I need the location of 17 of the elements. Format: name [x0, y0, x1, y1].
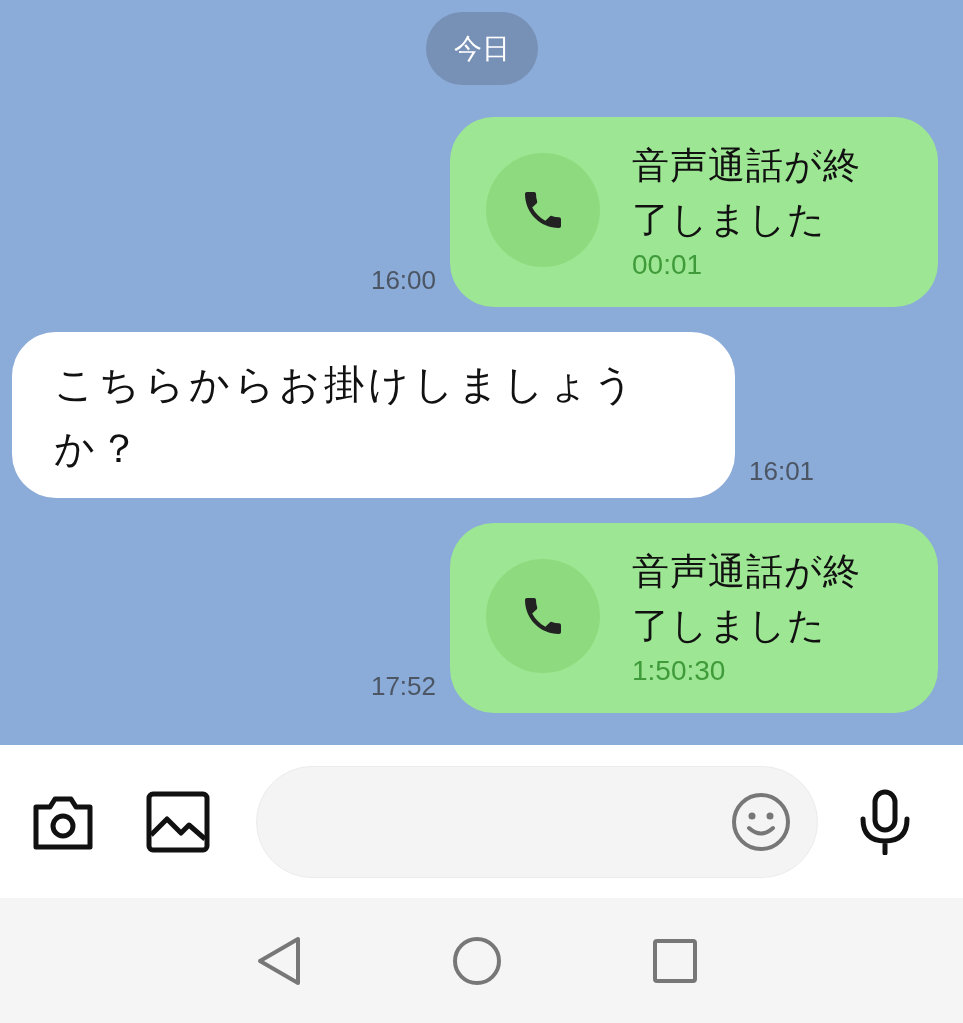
- message-time: 16:00: [370, 265, 436, 297]
- recents-icon[interactable]: [651, 937, 698, 984]
- call-duration: 00:01: [632, 248, 704, 282]
- message-bubble: こちらからお掛けしましょうか？: [12, 332, 735, 498]
- call-status: 音声通話が終了しました: [632, 144, 862, 242]
- emoji-icon[interactable]: [731, 791, 791, 852]
- microphone-icon[interactable]: [858, 788, 912, 855]
- call-duration: 1:50:30: [632, 654, 727, 688]
- call-status: 音声通話が終了しました: [632, 550, 862, 648]
- home-icon[interactable]: [451, 935, 502, 986]
- call-bubble[interactable]: 音声通話が終了しました 00:01: [450, 117, 938, 307]
- image-icon[interactable]: [146, 790, 210, 853]
- call-bubble[interactable]: 音声通話が終了しました 1:50:30: [450, 523, 938, 713]
- back-icon[interactable]: [255, 935, 302, 986]
- message-time: 17:52: [370, 671, 436, 703]
- date-badge: 今日: [425, 12, 538, 85]
- message-time: 16:01: [749, 456, 815, 488]
